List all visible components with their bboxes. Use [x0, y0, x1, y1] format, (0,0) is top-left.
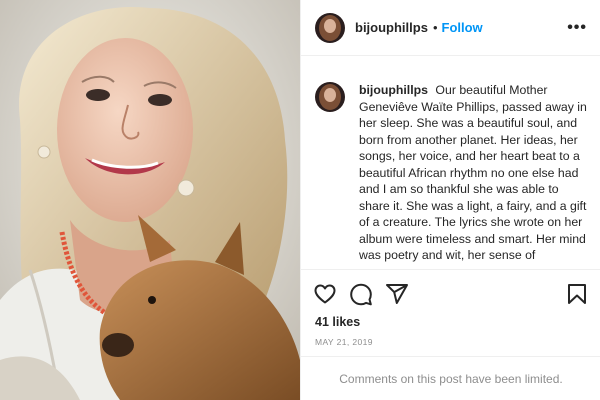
post-photo[interactable] — [0, 0, 300, 400]
bookmark-icon[interactable] — [565, 282, 589, 306]
instagram-post: bijouphillps • Follow ••• bijouphillps O… — [0, 0, 600, 400]
caption-username-link[interactable]: bijouphillps — [359, 83, 428, 97]
post-sidebar: bijouphillps • Follow ••• bijouphillps O… — [300, 0, 600, 400]
separator-dot: • — [432, 20, 438, 35]
likes-count[interactable]: 41 likes — [315, 315, 360, 329]
comment-icon[interactable] — [349, 282, 373, 306]
follow-button[interactable]: Follow — [442, 20, 483, 35]
avatar-face — [324, 88, 336, 102]
username-link[interactable]: bijouphillps — [355, 20, 428, 35]
caption-text: Our beautiful Mother Geneviêve Waïte Phi… — [359, 83, 587, 262]
avatar[interactable] — [315, 82, 345, 112]
post-actions — [301, 278, 600, 314]
caption-scroll-area[interactable]: bijouphillps Our beautiful Mother Genevi… — [301, 57, 600, 270]
post-header: bijouphillps • Follow ••• — [301, 0, 600, 56]
share-icon[interactable] — [385, 282, 409, 306]
avatar[interactable] — [315, 12, 345, 43]
heart-icon[interactable] — [313, 282, 337, 306]
more-options-icon[interactable]: ••• — [567, 19, 587, 37]
post-photo-illustration — [0, 0, 300, 400]
avatar-face — [324, 18, 336, 33]
post-caption: bijouphillps Our beautiful Mother Genevi… — [359, 82, 587, 264]
post-date: MAY 21, 2019 — [315, 337, 373, 347]
caption-row: bijouphillps Our beautiful Mother Genevi… — [301, 57, 600, 264]
comments-limited-notice: Comments on this post have been limited. — [301, 356, 600, 400]
